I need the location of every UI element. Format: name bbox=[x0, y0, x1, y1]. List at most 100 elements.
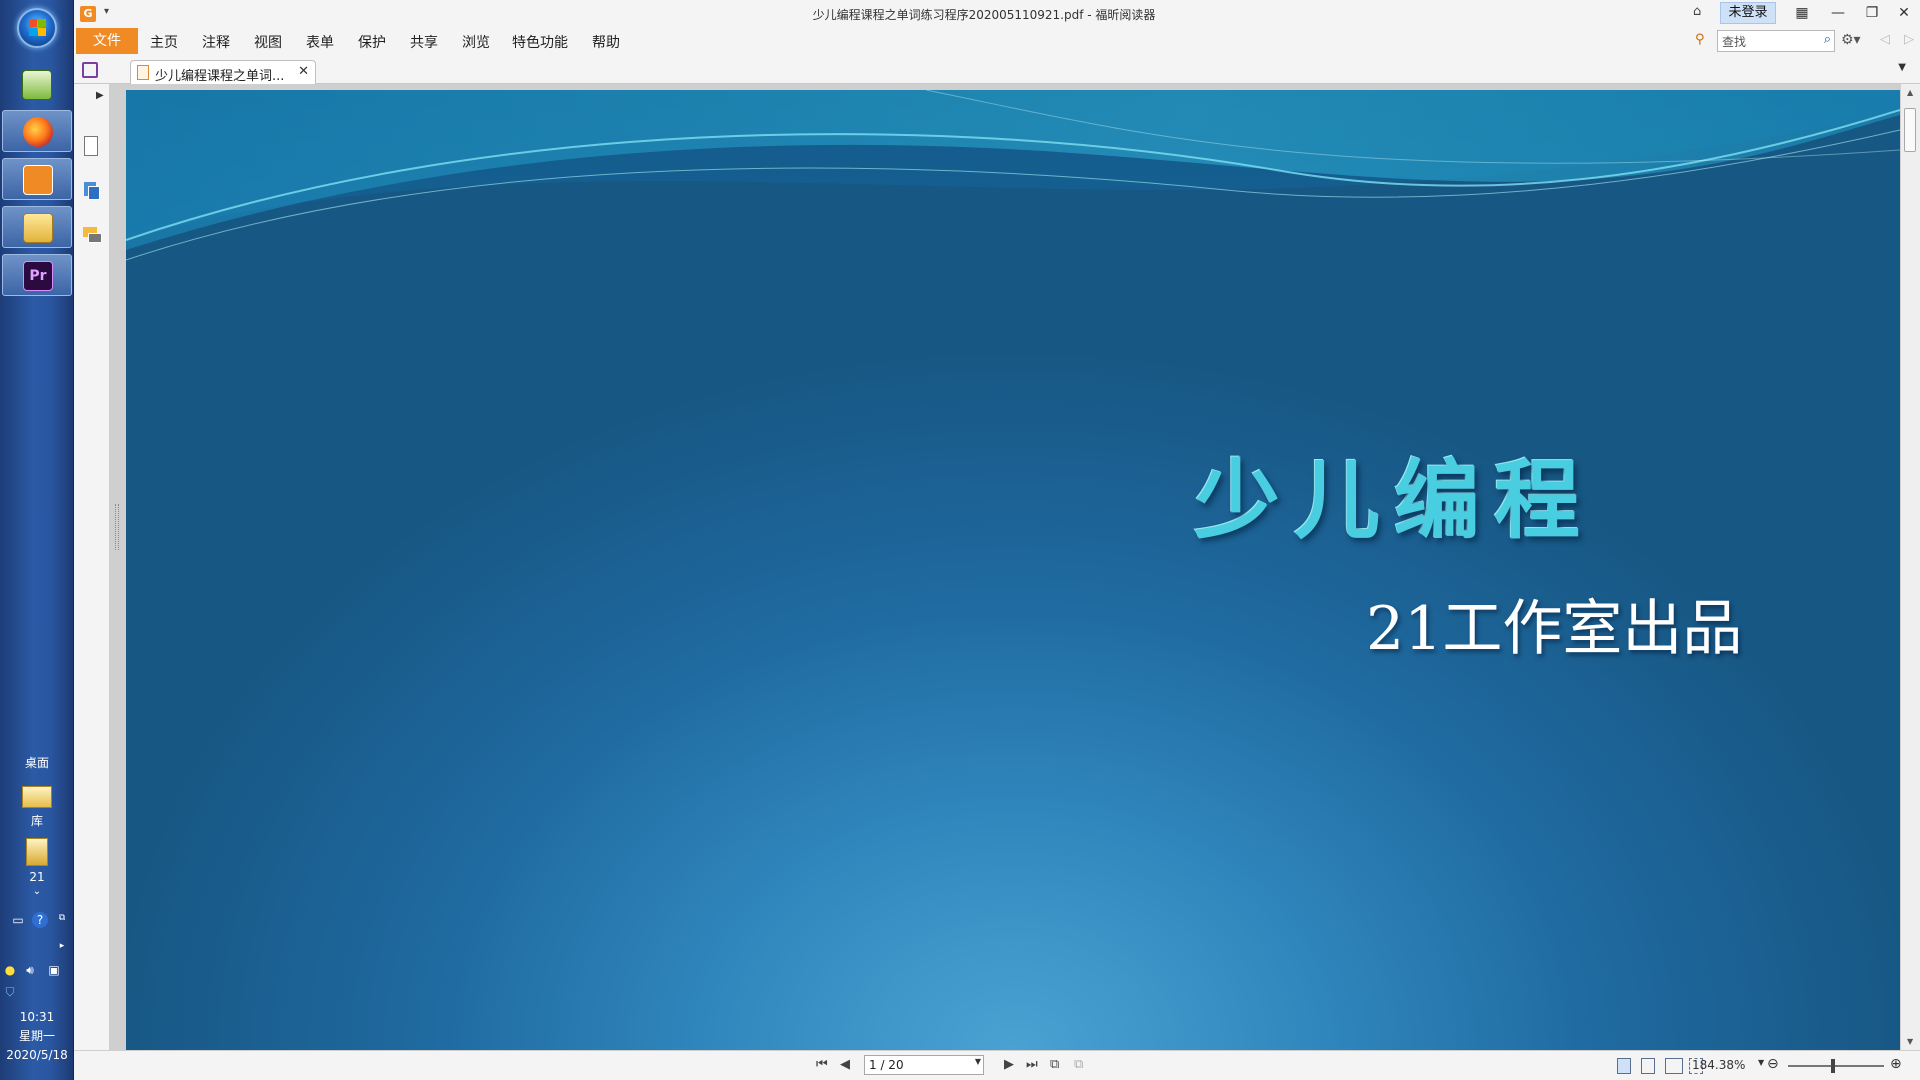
folder-21-label: 21 bbox=[29, 870, 45, 884]
zoom-level[interactable]: 184.38% bbox=[1692, 1058, 1745, 1072]
search-icon[interactable]: ⌕ bbox=[1824, 32, 1831, 47]
tab-close-icon[interactable]: ✕ bbox=[298, 64, 309, 79]
tab-document-label: 少儿编程课程之单词... bbox=[155, 69, 285, 84]
taskbar-file-explorer[interactable] bbox=[2, 206, 72, 248]
premiere-pro-icon: Pr bbox=[23, 261, 53, 291]
panel-expand-icon[interactable]: ▶ bbox=[96, 90, 104, 101]
slide-title: 少儿编程 bbox=[1194, 451, 1594, 551]
menu-browse[interactable]: 浏览 bbox=[462, 32, 490, 52]
search-options-icon[interactable]: ⚲ bbox=[1695, 32, 1713, 50]
page-thumbnails-icon[interactable] bbox=[84, 136, 98, 156]
firefox-icon bbox=[23, 117, 53, 147]
search-input[interactable]: 查找 ⌕ bbox=[1717, 30, 1835, 52]
spreadsheet-icon bbox=[22, 70, 52, 100]
tab-document[interactable]: 少儿编程课程之单词... ✕ bbox=[130, 60, 316, 85]
menu-protect[interactable]: 保护 bbox=[358, 32, 386, 52]
volume-icon[interactable]: 🔊︎ bbox=[22, 962, 38, 978]
taskbar-foxit-reader[interactable] bbox=[2, 158, 72, 200]
status-bar: ⏮ ◀ 1 / 20 ▼ ▶ ⏭ ⧉ ⧉ 184.38% ▼ ⊖ ⊕ bbox=[74, 1050, 1920, 1080]
slide-wave-decoration bbox=[126, 90, 1900, 261]
close-button[interactable]: ✕ bbox=[1890, 2, 1918, 24]
chevron-down-icon[interactable]: ⌄ bbox=[0, 886, 74, 897]
clock-time: 10:31 bbox=[19, 1010, 55, 1024]
page-dropdown-icon[interactable]: ▼ bbox=[975, 1057, 981, 1066]
restore-button[interactable]: ❐ bbox=[1858, 2, 1886, 24]
pdf-file-icon bbox=[137, 65, 149, 80]
scroll-thumb[interactable] bbox=[1904, 108, 1916, 152]
windows-taskbar: Pr 桌面 库 21 ⌄ ▭ ? ⧉ ▸ ● 🔊︎ ▣ ⛉ 10:31 星期一 … bbox=[0, 0, 74, 1080]
minimize-button[interactable]: — bbox=[1824, 2, 1852, 24]
page-number-value: 1 / 20 bbox=[869, 1058, 904, 1072]
shield-icon[interactable]: ⛉ bbox=[2, 984, 18, 1000]
taskbar-firefox[interactable] bbox=[2, 110, 72, 152]
menu-file[interactable]: 文件 bbox=[76, 28, 138, 54]
library-label: 库 bbox=[30, 814, 43, 828]
splitter-grip[interactable] bbox=[115, 504, 119, 550]
scroll-down-arrow-icon[interactable]: ▼ bbox=[1907, 1037, 1913, 1046]
login-button[interactable]: 未登录 bbox=[1720, 2, 1776, 24]
zoom-in-icon[interactable]: ⊕ bbox=[1890, 1056, 1902, 1072]
search-placeholder: 查找 bbox=[1722, 35, 1747, 49]
network-icon[interactable]: ▣ bbox=[46, 962, 62, 978]
folder-icon bbox=[23, 213, 53, 243]
clock-weekday: 星期一 bbox=[18, 1029, 55, 1043]
start-button[interactable] bbox=[17, 8, 57, 48]
help-icon[interactable]: ? bbox=[32, 912, 48, 928]
ribbon-menu-bar: 文件 主页 注释 视图 表单 保护 共享 浏览 特色功能 帮助 ⚲ 查找 ⌕ ⚙… bbox=[74, 28, 1920, 56]
library-folder-icon[interactable] bbox=[20, 782, 54, 810]
menu-special-features[interactable]: 特色功能 bbox=[512, 32, 568, 52]
panel-splitter[interactable] bbox=[110, 84, 126, 1050]
next-view-icon[interactable]: ⧉ bbox=[1074, 1057, 1083, 1072]
qq-icon[interactable]: ● bbox=[2, 962, 18, 978]
windows-logo-icon bbox=[29, 19, 47, 37]
tab-list-dropdown-icon[interactable]: ▼ bbox=[1898, 62, 1906, 73]
desktop-toolbar-label[interactable]: 桌面 bbox=[0, 754, 74, 771]
foxit-app-icon[interactable]: G bbox=[80, 6, 96, 22]
window-title: 少儿编程课程之单词练习程序202005110921.pdf - 福昕阅读器 bbox=[812, 8, 1156, 22]
zoom-out-icon[interactable]: ⊖ bbox=[1767, 1056, 1779, 1072]
bookmarks-icon[interactable] bbox=[82, 180, 102, 200]
navigation-panel: ▶ bbox=[74, 84, 110, 1050]
next-page-icon[interactable]: ▶ bbox=[1004, 1057, 1014, 1072]
foxit-pdf-icon bbox=[23, 165, 53, 195]
app-grid-icon[interactable]: ▦ bbox=[1788, 2, 1816, 24]
back-arrow-icon[interactable]: ◁ bbox=[1880, 32, 1890, 47]
document-viewport[interactable]: 少儿编程 21工作室出品 bbox=[126, 84, 1900, 1050]
menu-comment[interactable]: 注释 bbox=[202, 32, 230, 52]
previous-view-icon[interactable]: ⧉ bbox=[1050, 1057, 1059, 1072]
zoom-slider-thumb[interactable] bbox=[1831, 1059, 1835, 1073]
settings-gear-icon[interactable]: ⚙▾ bbox=[1841, 32, 1861, 48]
page-number-input[interactable]: 1 / 20 ▼ bbox=[864, 1055, 984, 1075]
menu-home[interactable]: 主页 bbox=[150, 32, 178, 52]
scroll-up-arrow-icon[interactable]: ▲ bbox=[1907, 88, 1913, 97]
taskbar-premiere-pro[interactable]: Pr bbox=[2, 254, 72, 296]
quick-access-dropdown-icon[interactable]: ▾ bbox=[104, 6, 109, 17]
foxit-reader-window: G ▾ 少儿编程课程之单词练习程序202005110921.pdf - 福昕阅读… bbox=[74, 0, 1920, 1080]
continuous-view-icon[interactable] bbox=[1641, 1058, 1655, 1074]
title-bar[interactable]: G ▾ 少儿编程课程之单词练习程序202005110921.pdf - 福昕阅读… bbox=[74, 0, 1920, 28]
system-clock[interactable]: 10:31 星期一 2020/5/18 bbox=[0, 1008, 74, 1065]
first-page-icon[interactable]: ⏮ bbox=[816, 1057, 828, 1072]
pdf-page[interactable]: 少儿编程 21工作室出品 bbox=[126, 90, 1900, 1050]
forward-arrow-icon[interactable]: ▷ bbox=[1904, 32, 1914, 47]
comments-icon[interactable] bbox=[82, 226, 102, 246]
vertical-scrollbar[interactable]: ▲ ▼ bbox=[1900, 84, 1920, 1050]
menu-help[interactable]: 帮助 bbox=[592, 32, 620, 52]
menu-view[interactable]: 视图 bbox=[254, 32, 282, 52]
expand-arrow-icon[interactable]: ▸ bbox=[54, 938, 70, 954]
slide-subtitle: 21工作室出品 bbox=[1366, 594, 1743, 664]
edit-tool-icon[interactable] bbox=[82, 62, 98, 78]
single-page-view-icon[interactable] bbox=[1617, 1058, 1631, 1074]
restore-icon[interactable]: ⧉ bbox=[54, 910, 70, 926]
zoom-slider[interactable] bbox=[1788, 1059, 1884, 1073]
menu-share[interactable]: 共享 bbox=[410, 32, 438, 52]
folder-21-icon[interactable] bbox=[20, 838, 54, 866]
last-page-icon[interactable]: ⏭ bbox=[1026, 1057, 1038, 1072]
keyboard-icon[interactable]: ▭ bbox=[10, 912, 26, 928]
facing-view-icon[interactable] bbox=[1665, 1058, 1683, 1074]
zoom-dropdown-icon[interactable]: ▼ bbox=[1758, 1058, 1764, 1067]
previous-page-icon[interactable]: ◀ bbox=[840, 1057, 850, 1072]
taskbar-spreadsheet-app[interactable] bbox=[2, 64, 72, 106]
menu-form[interactable]: 表单 bbox=[306, 32, 334, 52]
notification-icon[interactable]: ⌂ bbox=[1693, 4, 1709, 20]
